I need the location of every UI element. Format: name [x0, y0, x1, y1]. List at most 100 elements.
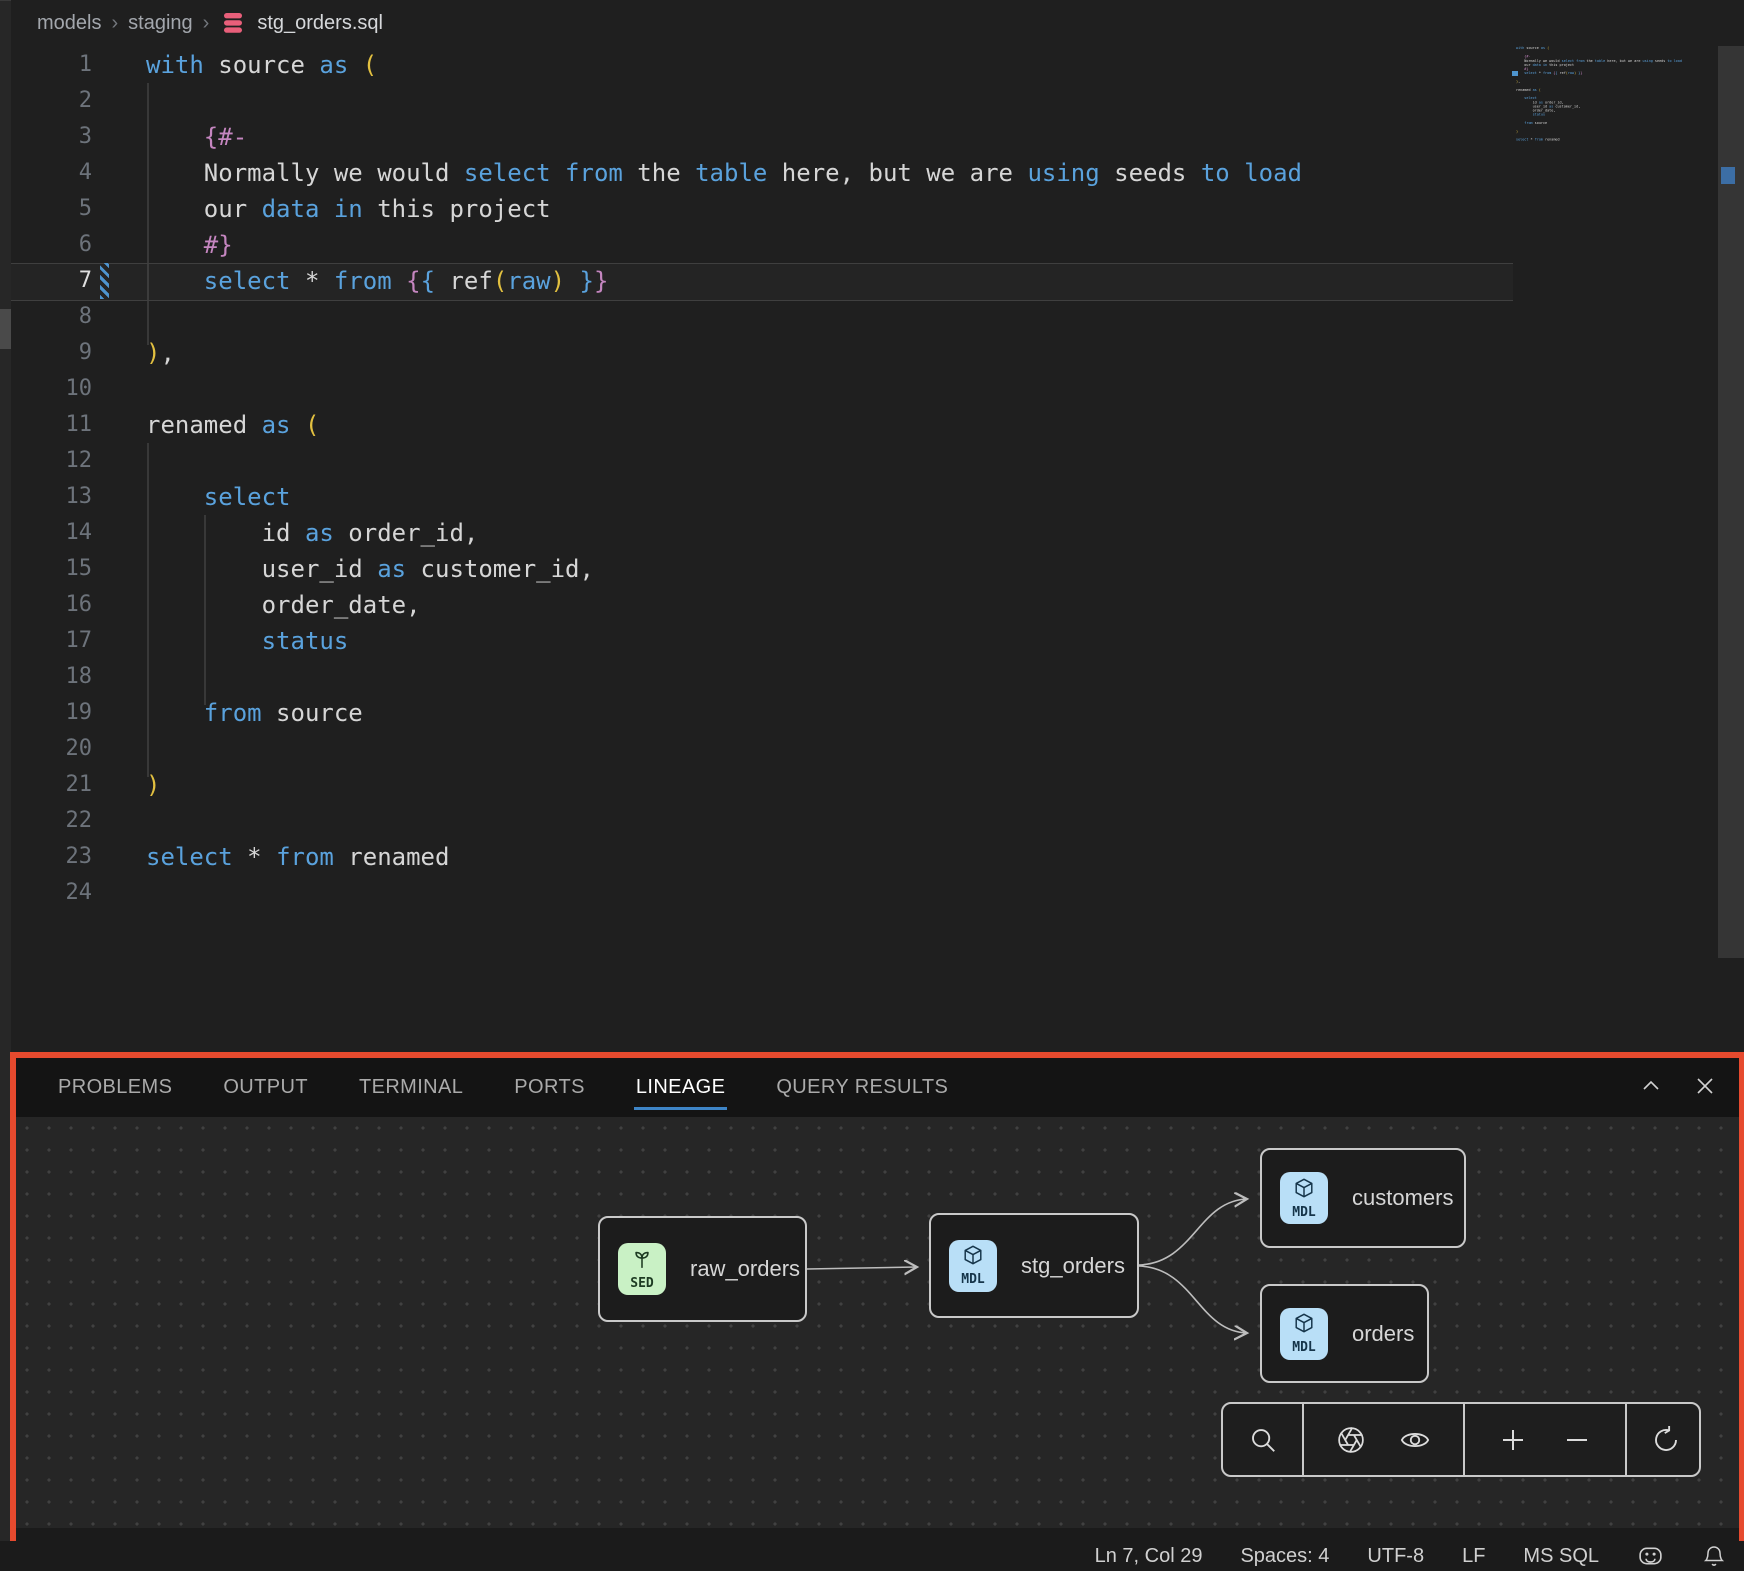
status-item[interactable]: LF: [1462, 1545, 1485, 1568]
line-number[interactable]: 12: [11, 443, 92, 479]
lineage-node-customers[interactable]: MDLcustomers: [1260, 1148, 1466, 1248]
code-line[interactable]: 14 id as order_id,: [11, 515, 1513, 551]
code-line[interactable]: 8: [11, 299, 1513, 335]
refresh-icon[interactable]: [1651, 1425, 1681, 1455]
lineage-node-raw_orders[interactable]: SEDraw_orders: [598, 1216, 807, 1322]
code-line[interactable]: 17 status: [11, 623, 1513, 659]
line-number[interactable]: 16: [11, 587, 92, 623]
panel-tab-output[interactable]: OUTPUT: [223, 1076, 308, 1099]
breadcrumb-item[interactable]: staging: [128, 12, 193, 35]
model-badge: MDL: [1280, 1172, 1328, 1224]
bell-icon[interactable]: [1702, 1544, 1726, 1568]
line-number[interactable]: 20: [11, 731, 92, 767]
sidebar-drag-handle[interactable]: [0, 309, 11, 349]
code-line[interactable]: 6 #}: [11, 227, 1513, 263]
code-line[interactable]: 24: [11, 875, 1513, 911]
zoom-out-icon[interactable]: [1562, 1425, 1592, 1455]
close-icon[interactable]: [1693, 1074, 1717, 1098]
lineage-toolbar: [1221, 1402, 1701, 1477]
code-line[interactable]: 18: [11, 659, 1513, 695]
line-number[interactable]: 4: [11, 155, 92, 191]
status-item[interactable]: Ln 7, Col 29: [1095, 1545, 1203, 1568]
panel-tab-lineage[interactable]: LINEAGE: [636, 1076, 726, 1099]
code-text: ): [146, 767, 160, 803]
lineage-node-orders[interactable]: MDLorders: [1260, 1284, 1429, 1383]
panel-tab-query-results[interactable]: QUERY RESULTS: [776, 1076, 948, 1099]
code-line[interactable]: 16 order_date,: [11, 587, 1513, 623]
panel-tab-bar: PROBLEMS OUTPUT TERMINAL PORTS LINEAGE QUERY …: [16, 1058, 1739, 1117]
modified-line-marker: [100, 263, 109, 299]
code-editor[interactable]: 1 with source as ( 23 {#-4 Normally we wou…: [11, 46, 1744, 1052]
lineage-node-stg_orders[interactable]: MDL stg_orders: [929, 1213, 1139, 1318]
line-number[interactable]: 2: [11, 83, 92, 119]
line-number[interactable]: 6: [11, 227, 92, 263]
line-number[interactable]: 22: [11, 803, 92, 839]
code-line[interactable]: 3 {#-: [11, 119, 1513, 155]
code-line[interactable]: 9),: [11, 335, 1513, 371]
code-text: with source as (: [146, 47, 377, 83]
code-line[interactable]: 4 Normally we would select from the tabl…: [11, 155, 1513, 191]
zoom-in-icon[interactable]: [1498, 1425, 1528, 1455]
breadcrumb: models›staging›stg_orders.sql: [11, 0, 1744, 46]
code-line[interactable]: 21): [11, 767, 1513, 803]
code-line[interactable]: 13 select: [11, 479, 1513, 515]
breadcrumb-file[interactable]: stg_orders.sql: [257, 12, 383, 35]
code-line[interactable]: 5 our data in this project: [11, 191, 1513, 227]
code-line[interactable]: 7 select * from {{ ref(raw) }}: [11, 263, 1513, 301]
line-number[interactable]: 18: [11, 659, 92, 695]
code-line[interactable]: 22: [11, 803, 1513, 839]
chevron-up-icon[interactable]: [1639, 1074, 1663, 1098]
code-text: ),: [146, 335, 175, 371]
code-line[interactable]: 20: [11, 731, 1513, 767]
code-text: from source: [146, 695, 363, 731]
status-item[interactable]: UTF-8: [1367, 1545, 1424, 1568]
code-text: id as order_id,: [146, 515, 478, 551]
scrollbar-track[interactable]: [1718, 46, 1744, 1052]
line-number[interactable]: 11: [11, 407, 92, 443]
model-badge: MDL: [949, 1240, 997, 1292]
panel-tab-problems[interactable]: PROBLEMS: [58, 1076, 172, 1099]
line-number[interactable]: 7: [11, 263, 92, 299]
code-text: Normally we would select from the table …: [146, 155, 1302, 191]
line-number[interactable]: 14: [11, 515, 92, 551]
status-item[interactable]: MS SQL: [1523, 1545, 1599, 1568]
search-icon[interactable]: [1248, 1425, 1278, 1455]
line-number[interactable]: 15: [11, 551, 92, 587]
badge-label: SED: [630, 1276, 653, 1291]
code-line[interactable]: 19 from source: [11, 695, 1513, 731]
line-number[interactable]: 23: [11, 839, 92, 875]
eye-icon[interactable]: [1399, 1425, 1431, 1455]
code-line[interactable]: 2: [11, 83, 1513, 119]
line-number[interactable]: 3: [11, 119, 92, 155]
line-number[interactable]: 19: [11, 695, 92, 731]
breadcrumb-item[interactable]: models: [37, 12, 101, 35]
line-number[interactable]: 8: [11, 299, 92, 335]
status-item[interactable]: Spaces: 4: [1240, 1545, 1329, 1568]
model-badge: MDL: [1280, 1308, 1328, 1360]
code-line[interactable]: 23select * from renamed: [11, 839, 1513, 875]
line-number[interactable]: 21: [11, 767, 92, 803]
code-line[interactable]: 11renamed as (: [11, 407, 1513, 443]
code-line[interactable]: 15 user_id as customer_id,: [11, 551, 1513, 587]
lineage-canvas[interactable]: SEDraw_ordersMDLstg_ordersMDLcustomersMD…: [16, 1117, 1739, 1528]
toolbar-segment: [1302, 1404, 1463, 1475]
node-label: stg_orders: [1021, 1253, 1125, 1279]
line-number[interactable]: 10: [11, 371, 92, 407]
code-text: user_id as customer_id,: [146, 551, 594, 587]
line-number[interactable]: 17: [11, 623, 92, 659]
line-number[interactable]: 9: [11, 335, 92, 371]
line-number[interactable]: 24: [11, 875, 92, 911]
minimap[interactable]: with source as ( {#- Normally we would s…: [1512, 46, 1712, 186]
copilot-icon[interactable]: [1637, 1544, 1664, 1568]
line-number[interactable]: 13: [11, 479, 92, 515]
code-line[interactable]: 10: [11, 371, 1513, 407]
panel-bottom-gutter: [16, 1528, 1739, 1541]
aperture-icon[interactable]: [1336, 1425, 1366, 1455]
minimap-modified-marker: [1512, 71, 1518, 76]
panel-tab-terminal[interactable]: TERMINAL: [359, 1076, 463, 1099]
line-number[interactable]: 1: [11, 47, 92, 83]
panel-tab-ports[interactable]: PORTS: [514, 1076, 585, 1099]
code-line[interactable]: 12: [11, 443, 1513, 479]
line-number[interactable]: 5: [11, 191, 92, 227]
code-line[interactable]: 1 with source as (: [11, 47, 1513, 83]
